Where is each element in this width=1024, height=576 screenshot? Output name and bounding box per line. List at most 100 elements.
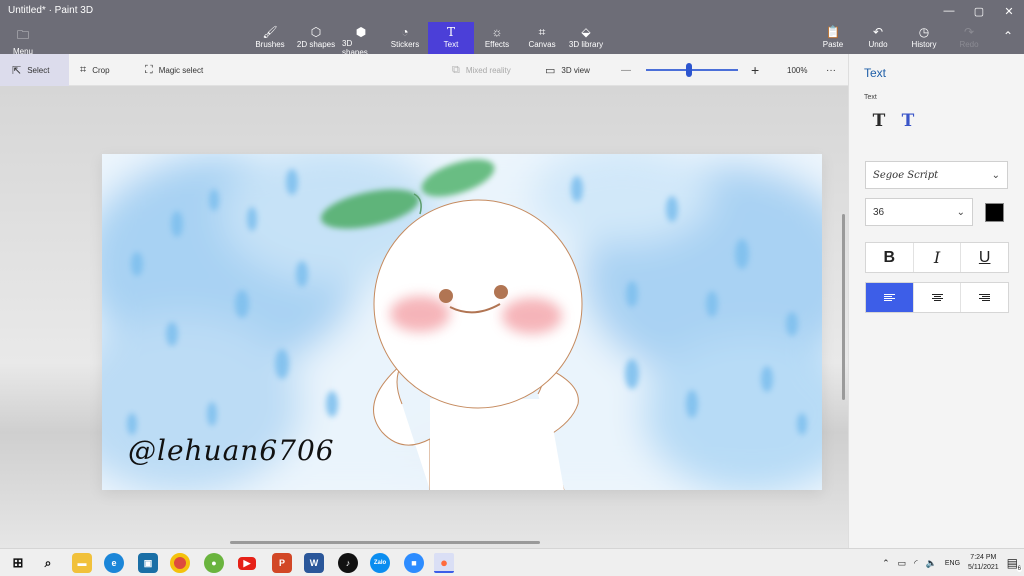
brushes-button[interactable]: 🖌 Brushes <box>255 25 285 52</box>
text-icon: T <box>446 25 455 39</box>
zoom-slider-thumb[interactable] <box>686 63 693 77</box>
powerpoint-icon[interactable]: P <box>272 553 292 573</box>
chevron-down-icon: ⌄ <box>991 169 1000 181</box>
library-3d-icon: ⬙ <box>581 25 591 39</box>
brushes-label: Brushes <box>255 40 285 49</box>
3d-view-button[interactable]: ▭ 3D view <box>545 54 590 86</box>
bold-button[interactable]: B <box>866 243 914 272</box>
brush-icon: 🖌 <box>262 25 278 39</box>
crop-icon: ⌗ <box>80 63 87 76</box>
text-style-row: B I U <box>865 242 1009 273</box>
font-size-dropdown[interactable]: 36 ⌄ <box>865 198 973 226</box>
2d-shapes-label: 2D shapes <box>296 40 336 49</box>
chrome-icon[interactable] <box>170 553 190 573</box>
close-button[interactable]: ✕ <box>994 0 1024 22</box>
canvas-label: Canvas <box>528 40 556 49</box>
align-right-button[interactable] <box>961 283 1008 312</box>
text-properties-panel: Text Text T T Segoe Script ⌄ 36 ⌄ B I U <box>848 54 1024 548</box>
redo-button[interactable]: ↷ Redo <box>958 26 980 52</box>
battery-icon[interactable]: ▭ <box>898 558 907 569</box>
zoom-in-button[interactable]: + <box>751 54 759 86</box>
search-icon[interactable]: ⌕ <box>38 553 58 573</box>
history-label: History <box>911 40 937 49</box>
underline-button[interactable]: U <box>961 243 1008 272</box>
maximize-button[interactable]: ▢ <box>964 0 994 22</box>
3d-shapes-button[interactable]: ⬢ 3D shapes <box>342 26 380 58</box>
menu-button[interactable]: 🗀 Menu <box>10 26 36 56</box>
mixed-reality-button[interactable]: ⧉ Mixed reality <box>452 54 511 86</box>
text-tool-label: Text <box>443 40 459 49</box>
window-controls: — ▢ ✕ <box>934 0 1024 22</box>
3d-view-icon: ▭ <box>545 64 556 77</box>
zoom-out-button[interactable]: — <box>621 54 631 86</box>
undo-button[interactable]: ↶ Undo <box>867 26 889 52</box>
shapes-2d-icon: ⬡ <box>310 25 322 39</box>
italic-button[interactable]: I <box>914 243 962 272</box>
font-family-dropdown[interactable]: Segoe Script ⌄ <box>865 161 1008 189</box>
chevron-up-icon: ⌃ <box>1002 29 1014 43</box>
paste-button[interactable]: 📋 Paste <box>822 26 844 52</box>
clock[interactable]: 7:24 PM 5/11/2021 <box>968 553 999 573</box>
3d-text-icon[interactable]: T <box>897 110 919 132</box>
horizontal-scrollbar[interactable] <box>230 541 540 544</box>
dell-icon[interactable]: ▣ <box>138 553 158 573</box>
paint3d-icon[interactable]: ● <box>434 553 454 573</box>
minimize-button[interactable]: — <box>934 0 964 22</box>
zalo-icon[interactable]: Zalo <box>370 553 390 573</box>
clock-time: 7:24 PM <box>970 554 997 561</box>
paste-label: Paste <box>822 40 844 49</box>
chevron-up-icon[interactable]: ⌃ <box>882 558 890 569</box>
undo-label: Undo <box>868 40 888 49</box>
2d-text-icon[interactable]: T <box>868 110 890 132</box>
edge-icon[interactable]: e <box>104 553 124 573</box>
zoom-icon[interactable]: ■ <box>404 553 424 573</box>
3d-library-button[interactable]: ⬙ 3D library <box>568 26 604 52</box>
magic-select-icon: ⛶ <box>145 63 153 76</box>
effects-icon: ☼ <box>491 25 503 39</box>
panel-section-label: Text <box>864 94 877 101</box>
crop-tool[interactable]: ⌗ Crop <box>80 54 110 86</box>
align-left-button[interactable] <box>866 283 914 312</box>
stickers-label: Stickers <box>390 40 420 49</box>
panel-title: Text <box>864 66 887 80</box>
crop-label: Crop <box>92 65 110 75</box>
windows-start-icon[interactable]: ⊞ <box>8 553 28 573</box>
title-ribbon-bar: Untitled* · Paint 3D — ▢ ✕ 🗀 Menu 🖌 Brus… <box>0 0 1024 58</box>
3d-library-label: 3D library <box>568 40 604 49</box>
volume-icon[interactable]: 🔈 <box>926 558 937 569</box>
align-center-button[interactable] <box>914 283 962 312</box>
clock-date: 5/11/2021 <box>968 564 999 571</box>
text-color-swatch[interactable] <box>985 203 1004 222</box>
history-button[interactable]: ◷ History <box>910 26 938 52</box>
magic-select-tool[interactable]: ⛶ Magic select <box>145 54 203 86</box>
notification-center-icon[interactable]: ▤ 6 <box>1007 556 1022 572</box>
effects-button[interactable]: ☼ Effects <box>484 26 510 52</box>
system-tray: ⌃ ▭ ◜ 🔈 ENG 7:24 PM 5/11/2021 ▤ 6 <box>882 549 1022 576</box>
notification-count: 6 <box>1016 566 1022 572</box>
wifi-icon[interactable]: ◜ <box>914 558 918 569</box>
language-indicator[interactable]: ENG <box>945 560 960 567</box>
file-explorer-icon[interactable]: ▬ <box>72 553 92 573</box>
text-tool-button[interactable]: T Text <box>428 22 474 54</box>
2d-shapes-button[interactable]: ⬡ 2D shapes <box>296 26 336 52</box>
effects-label: Effects <box>484 40 510 49</box>
youtube-icon[interactable]: ▶ <box>238 557 256 570</box>
magic-select-label: Magic select <box>158 65 204 75</box>
align-right-icon <box>979 294 991 301</box>
tiktok-icon[interactable]: ♪ <box>338 553 358 573</box>
select-tool[interactable]: ⇱ Select <box>0 54 69 86</box>
font-family-value: Segoe Script <box>873 169 939 181</box>
mixed-reality-icon: ⧉ <box>452 63 460 76</box>
coccoc-icon[interactable]: ● <box>204 553 224 573</box>
stickers-button[interactable]: ◔ Stickers <box>390 26 420 52</box>
word-icon[interactable]: W <box>304 553 324 573</box>
zoom-level: 100% <box>787 65 808 75</box>
align-center-icon <box>931 294 943 301</box>
more-options-button[interactable]: ··· <box>826 54 836 86</box>
3d-view-label: 3D view <box>561 65 590 75</box>
collapse-ribbon-button[interactable]: ⌃ <box>1000 30 1016 56</box>
folder-icon: 🗀 <box>16 28 29 42</box>
vertical-scrollbar[interactable] <box>842 214 845 400</box>
drawing-canvas[interactable]: @lehuan6706 <box>102 154 822 490</box>
canvas-button[interactable]: ⌗ Canvas <box>528 26 556 52</box>
